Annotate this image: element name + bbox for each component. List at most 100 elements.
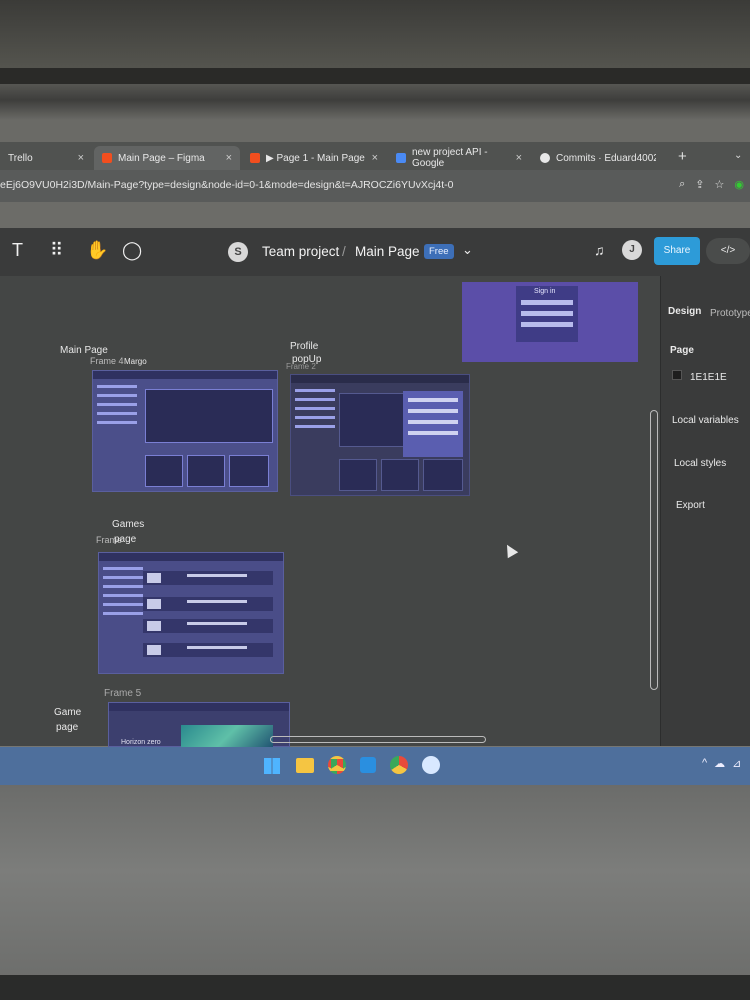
games-page-frame[interactable] — [98, 552, 284, 674]
share-icon[interactable]: ⇪ — [695, 178, 704, 191]
figma-toolbar: T ⠿ ✋ ◯ S Team project / Main Page Free … — [0, 228, 750, 276]
close-icon[interactable]: × — [516, 152, 522, 164]
game-row — [143, 619, 273, 633]
game-row — [143, 571, 273, 585]
url-text[interactable]: eEj6O9VU0H2i3D/Main-Page?type=design&nod… — [0, 179, 454, 191]
frame-card — [145, 455, 183, 487]
frame-label-frame-5[interactable]: Frame 5 — [104, 688, 141, 699]
system-tray: ^ ☁ ⊿ — [702, 757, 741, 770]
wifi-icon[interactable]: ⊿ — [732, 757, 741, 770]
zoom-icon[interactable]: ⌕ — [679, 178, 685, 191]
bottom-edge — [0, 975, 750, 1000]
address-bar-icons: ⌕ ⇪ ☆ ◉ — [679, 178, 744, 191]
game-cover-image — [181, 725, 273, 749]
profile-popup-frame[interactable] — [290, 374, 470, 496]
wall-below-screen — [0, 785, 750, 1000]
tab-figma-main-page[interactable]: Main Page – Figma × — [94, 146, 240, 170]
signin-input — [521, 300, 573, 305]
wall-top — [0, 0, 750, 70]
frame-sidebar — [97, 385, 137, 430]
tab-design[interactable]: Design — [668, 306, 701, 317]
new-tab-button[interactable]: + — [678, 148, 687, 165]
tab-prototype[interactable]: Prototype — [710, 308, 750, 319]
figma-icon — [102, 153, 112, 163]
game-caption: Horizon zero — [121, 739, 161, 746]
browser-tab-bar: Trello × Main Page – Figma × ▶ Page 1 - … — [0, 142, 750, 170]
comment-icon[interactable]: ◯ — [122, 240, 142, 261]
plan-badge: Free — [424, 244, 454, 259]
vertical-scrollbar[interactable] — [650, 410, 658, 690]
dev-mode-toggle[interactable]: </> — [706, 238, 750, 264]
star-icon[interactable]: ☆ — [715, 178, 725, 191]
signin-title: Sign in — [534, 288, 556, 295]
chevron-down-icon[interactable]: ⌄ — [734, 150, 742, 161]
chevron-down-icon[interactable]: ⌄ — [462, 242, 473, 258]
game-page-frame[interactable]: Horizon zero — [108, 702, 290, 749]
signin-frame[interactable]: Sign in — [462, 282, 638, 362]
monitor-bezel — [0, 68, 750, 84]
tab-page-1[interactable]: ▶ Page 1 - Main Page × — [242, 146, 386, 170]
local-variables[interactable]: Local variables — [672, 415, 739, 426]
app-icon[interactable] — [422, 756, 440, 774]
tray-overflow-icon[interactable]: ^ — [702, 757, 707, 770]
tab-label: new project API - Google — [412, 147, 488, 169]
signin-input — [521, 322, 573, 327]
file-explorer-icon[interactable] — [296, 758, 314, 773]
frame-sublabel: Frame 2 — [286, 362, 316, 371]
breadcrumb-team[interactable]: Team project — [262, 244, 339, 259]
figma-icon — [250, 153, 260, 163]
tab-github-commits[interactable]: Commits · Eduard4002/st — [532, 146, 672, 170]
frame-header — [291, 375, 469, 383]
signin-input — [521, 311, 573, 316]
hand-tool-icon[interactable]: ✋ — [86, 240, 108, 261]
vscode-icon[interactable] — [360, 757, 376, 773]
frame-label-profile[interactable]: Profile — [290, 341, 318, 352]
windows-start-icon[interactable] — [264, 758, 280, 774]
frame-label-game-page[interactable]: page — [56, 722, 78, 733]
frame-sublabel: Frame 4 — [90, 356, 124, 366]
export[interactable]: Export — [676, 500, 705, 511]
main-page-frame[interactable] — [92, 370, 278, 492]
frame-label-games[interactable]: Games — [112, 519, 144, 530]
frame-label-game[interactable]: Game — [54, 707, 81, 718]
extension-icon[interactable]: ◉ — [734, 178, 744, 191]
game-row — [143, 643, 273, 657]
local-styles[interactable]: Local styles — [674, 458, 726, 469]
components-icon[interactable]: ⠿ — [50, 240, 63, 261]
frame-label-main-page[interactable]: Main Page — [60, 345, 108, 356]
tab-google-doc[interactable]: new project API - Google × — [388, 146, 530, 170]
tab-label: Commits · Eduard4002/st — [556, 152, 656, 164]
share-button[interactable]: Share — [654, 237, 700, 265]
profile-popup-panel — [403, 391, 463, 457]
frame-card — [229, 455, 269, 487]
docs-icon — [396, 153, 406, 163]
address-bar[interactable]: eEj6O9VU0H2i3D/Main-Page?type=design&nod… — [0, 170, 750, 202]
page-color-value[interactable]: 1E1E1E — [690, 372, 727, 383]
frame-card — [423, 459, 463, 491]
headphones-icon[interactable]: ♫ — [594, 242, 605, 258]
text-tool-icon[interactable]: T — [12, 240, 23, 261]
frame-card — [381, 459, 419, 491]
tab-label: ▶ Page 1 - Main Page — [266, 152, 365, 164]
breadcrumb-page[interactable]: Main Page — [355, 244, 420, 259]
close-icon[interactable]: × — [226, 152, 232, 164]
frame-card — [187, 455, 225, 487]
chrome-icon[interactable] — [390, 756, 408, 774]
team-avatar[interactable]: S — [228, 242, 248, 262]
signin-box: Sign in — [516, 286, 578, 342]
breadcrumb-separator: / — [342, 244, 346, 259]
horizontal-scrollbar[interactable] — [270, 736, 486, 743]
cloud-icon[interactable]: ☁ — [714, 757, 725, 770]
frame-card — [339, 459, 377, 491]
chrome-icon[interactable] — [328, 756, 346, 774]
frame-overlap-label: page — [114, 534, 137, 545]
frame-sidebar — [103, 567, 143, 621]
user-avatar[interactable]: J — [622, 240, 642, 260]
tab-trello[interactable]: Trello × — [0, 146, 92, 170]
frame-hero — [145, 389, 273, 443]
page-color-swatch[interactable] — [672, 370, 682, 380]
close-icon[interactable]: × — [78, 152, 84, 164]
close-icon[interactable]: × — [372, 152, 378, 164]
page-heading: Page — [670, 345, 694, 356]
frame-header — [93, 371, 277, 379]
